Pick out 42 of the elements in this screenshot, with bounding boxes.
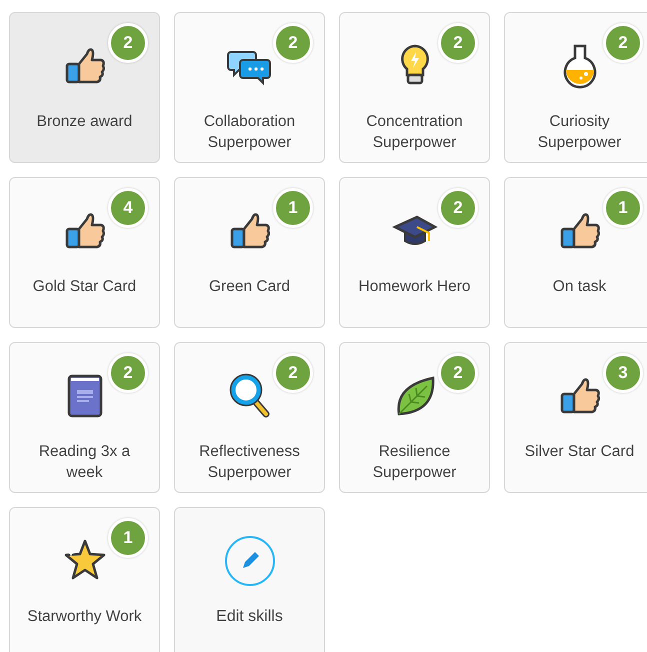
skill-label: Reading 3x a week (38, 442, 132, 483)
skill-label: Concentration Superpower (365, 112, 464, 153)
skill-card[interactable]: Gold Star Card 4 (9, 177, 160, 328)
skill-card[interactable]: Resilience Superpower 2 (339, 342, 490, 493)
skill-card[interactable]: Reflectiveness Superpower 2 (174, 342, 325, 493)
count-badge: 2 (108, 23, 148, 63)
skill-label: Curiosity Superpower (536, 112, 622, 153)
skill-card[interactable]: Concentration Superpower 2 (339, 12, 490, 163)
skill-label: Reflectiveness Superpower (198, 442, 301, 483)
count-badge: 2 (438, 188, 478, 228)
skill-label: Silver Star Card (524, 442, 634, 462)
edit-skills-label: Edit skills (216, 607, 283, 627)
count-badge: 3 (603, 353, 643, 393)
count-badge: 2 (438, 353, 478, 393)
count-badge: 2 (438, 23, 478, 63)
skill-label: Starworthy Work (27, 607, 142, 627)
count-badge: 1 (273, 188, 313, 228)
skill-card[interactable]: Silver Star Card 3 (504, 342, 647, 493)
skill-label: Green Card (209, 277, 290, 297)
skill-card[interactable]: Homework Hero 2 (339, 177, 490, 328)
count-badge: 2 (273, 23, 313, 63)
skill-card[interactable]: Reading 3x a week 2 (9, 342, 160, 493)
skill-card[interactable]: Bronze award 2 (9, 12, 160, 163)
skill-card[interactable]: Green Card 1 (174, 177, 325, 328)
count-badge: 4 (108, 188, 148, 228)
skill-label: On task (552, 277, 606, 297)
skill-card[interactable]: Curiosity Superpower 2 (504, 12, 647, 163)
edit-skills-card[interactable]: Edit skills (174, 507, 325, 652)
skill-card[interactable]: Starworthy Work 1 (9, 507, 160, 652)
count-badge: 2 (273, 353, 313, 393)
count-badge: 1 (603, 188, 643, 228)
count-badge: 1 (108, 518, 148, 558)
skill-label: Bronze award (36, 112, 132, 132)
skill-label: Collaboration Superpower (202, 112, 296, 153)
skill-card[interactable]: On task 1 (504, 177, 647, 328)
count-badge: 2 (108, 353, 148, 393)
count-badge: 2 (603, 23, 643, 63)
edit-icon (224, 535, 276, 587)
skill-label: Homework Hero (358, 277, 470, 297)
skill-card[interactable]: Collaboration Superpower 2 (174, 12, 325, 163)
skill-label: Gold Star Card (32, 277, 136, 297)
skill-label: Resilience Superpower (372, 442, 458, 483)
